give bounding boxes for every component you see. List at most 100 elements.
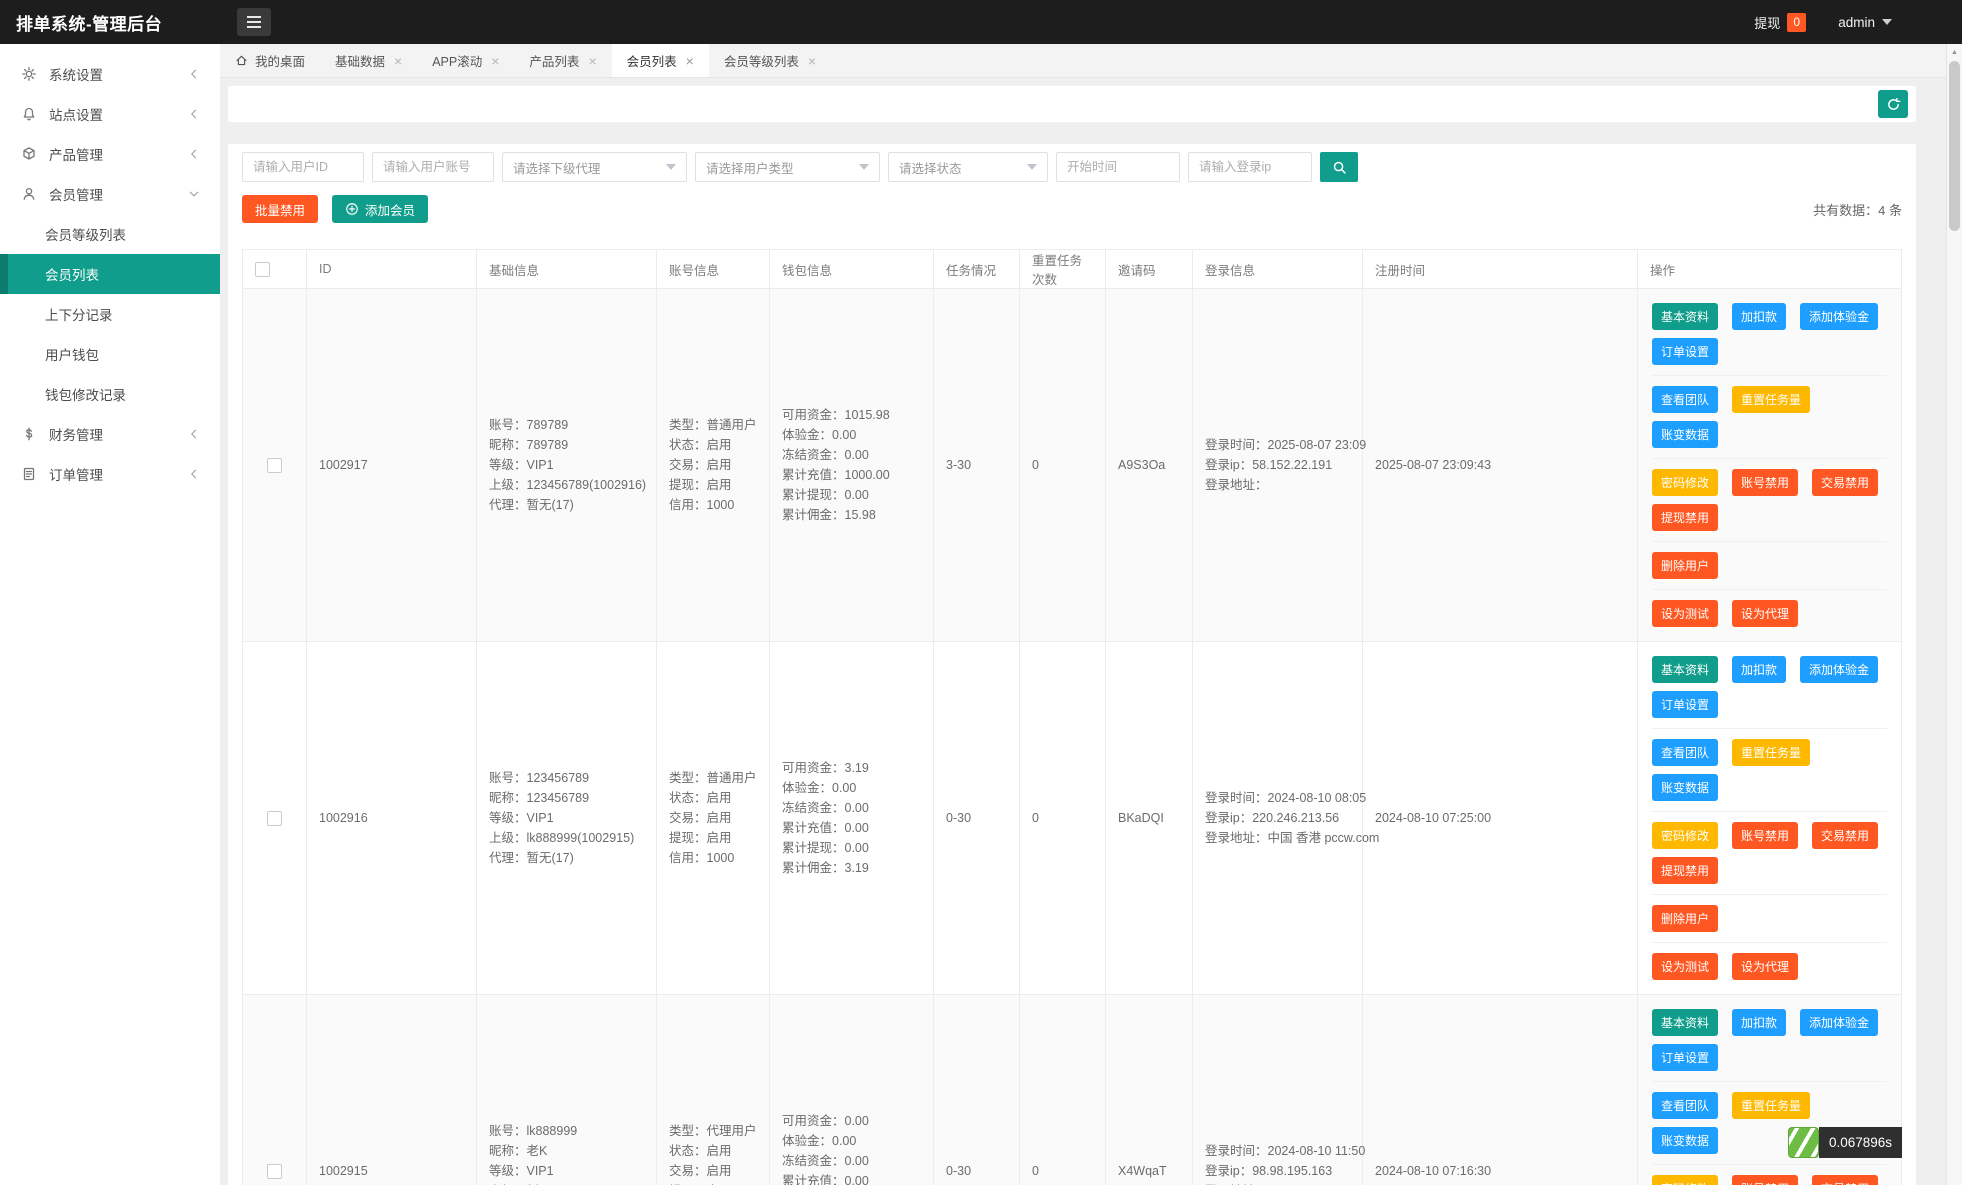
action-button-view-team[interactable]: 查看团队 [1652, 1092, 1718, 1119]
sidebar-item-updown-records[interactable]: 上下分记录 [0, 294, 220, 334]
action-button-basic-info[interactable]: 基本资料 [1652, 656, 1718, 683]
sidebar-item-member-list[interactable]: 会员列表 [0, 254, 220, 294]
withdraw-menu[interactable]: 提现 0 [1754, 13, 1806, 32]
action-button-account-change-data[interactable]: 账变数据 [1652, 421, 1718, 448]
action-button-add-trial-funds[interactable]: 添加体验金 [1800, 1009, 1878, 1036]
scroll-up-arrow-icon[interactable]: ▲ [1947, 44, 1962, 60]
action-button-set-as-agent[interactable]: 设为代理 [1732, 600, 1798, 627]
info-line: 登录ip：58.152.22.191 [1205, 455, 1350, 475]
close-tab-icon[interactable]: × [394, 54, 402, 68]
action-button-disable-account[interactable]: 账号禁用 [1732, 469, 1798, 496]
sidebar-item-wallet-modify-records[interactable]: 钱包修改记录 [0, 374, 220, 414]
task-status-cell: 0-30 [934, 995, 1020, 1185]
action-button-reset-task-volume[interactable]: 重置任务量 [1732, 739, 1810, 766]
action-button-change-password[interactable]: 密码修改 [1652, 822, 1718, 849]
info-line: 类型：普通用户 [669, 768, 757, 788]
search-button[interactable] [1320, 152, 1358, 182]
hamburger-menu-icon[interactable] [237, 8, 271, 36]
agent-filter-select[interactable]: 请选择下级代理 [502, 152, 687, 182]
register-time-cell: 2024-08-10 07:16:30 [1363, 995, 1638, 1185]
action-button-disable-account[interactable]: 账号禁用 [1732, 1175, 1798, 1185]
row-checkbox[interactable] [267, 1164, 282, 1179]
select-all-checkbox[interactable] [255, 262, 270, 277]
user-icon [21, 186, 37, 202]
close-tab-icon[interactable]: × [808, 54, 816, 68]
login-ip-input[interactable] [1188, 152, 1312, 182]
tab-desktop[interactable]: 我的桌面 [220, 44, 320, 77]
action-button-add-trial-funds[interactable]: 添加体验金 [1800, 656, 1878, 683]
trace-logo-icon[interactable] [1788, 1127, 1819, 1158]
action-button-order-settings[interactable]: 订单设置 [1652, 338, 1718, 365]
action-button-set-as-test[interactable]: 设为测试 [1652, 953, 1718, 980]
sidebar-item-user-wallet[interactable]: 用户钱包 [0, 334, 220, 374]
sidebar-item-member-management[interactable]: 会员管理 [0, 174, 220, 214]
action-button-account-change-data[interactable]: 账变数据 [1652, 1127, 1718, 1154]
action-button-add-deduct-funds[interactable]: 加扣款 [1732, 1009, 1786, 1036]
row-checkbox[interactable] [267, 458, 282, 473]
action-button-account-change-data[interactable]: 账变数据 [1652, 774, 1718, 801]
action-button-basic-info[interactable]: 基本资料 [1652, 303, 1718, 330]
row-checkbox[interactable] [267, 811, 282, 826]
action-button-delete-user[interactable]: 删除用户 [1652, 905, 1718, 932]
account-info-cell: 类型：普通用户状态：启用交易：启用提现：启用信用：1000 [657, 642, 770, 995]
action-button-disable-withdraw[interactable]: 提现禁用 [1652, 857, 1718, 884]
tab-bar: 我的桌面 基础数据 × APP滚动 × 产品列表 × 会员列表 × 会员等级列表… [220, 44, 1946, 78]
sidebar-item-finance-management[interactable]: 财务管理 [0, 414, 220, 454]
tab-member-level-list[interactable]: 会员等级列表 × [709, 44, 831, 77]
action-button-add-deduct-funds[interactable]: 加扣款 [1732, 303, 1786, 330]
refresh-button[interactable] [1878, 90, 1908, 118]
tab-label: 产品列表 [529, 51, 579, 70]
chevron-down-icon [1882, 19, 1892, 25]
action-button-set-as-agent[interactable]: 设为代理 [1732, 953, 1798, 980]
action-button-reset-task-volume[interactable]: 重置任务量 [1732, 1092, 1810, 1119]
action-button-change-password[interactable]: 密码修改 [1652, 1175, 1718, 1185]
tab-label: 会员列表 [627, 51, 677, 70]
tab-member-list[interactable]: 会员列表 × [612, 44, 709, 77]
close-tab-icon[interactable]: × [491, 54, 499, 68]
action-button-disable-trade[interactable]: 交易禁用 [1812, 469, 1878, 496]
tab-app-scroll[interactable]: APP滚动 × [417, 44, 514, 77]
action-button-disable-account[interactable]: 账号禁用 [1732, 822, 1798, 849]
scrollbar[interactable]: ▲ [1946, 44, 1962, 1185]
sidebar-item-site-settings[interactable]: 站点设置 [0, 94, 220, 134]
action-button-view-team[interactable]: 查看团队 [1652, 739, 1718, 766]
action-button-view-team[interactable]: 查看团队 [1652, 386, 1718, 413]
sidebar-item-product-management[interactable]: 产品管理 [0, 134, 220, 174]
start-time-input[interactable] [1056, 152, 1180, 182]
user-account-input[interactable] [372, 152, 494, 182]
sidebar-item-member-level-list[interactable]: 会员等级列表 [0, 214, 220, 254]
user-menu[interactable]: admin [1838, 15, 1892, 30]
status-filter-select[interactable]: 请选择状态 [888, 152, 1048, 182]
select-value: 请选择下级代理 [513, 158, 601, 177]
action-button-disable-trade[interactable]: 交易禁用 [1812, 1175, 1878, 1185]
app-title: 排单系统-管理后台 [0, 10, 220, 35]
action-button-delete-user[interactable]: 删除用户 [1652, 552, 1718, 579]
action-button-disable-trade[interactable]: 交易禁用 [1812, 822, 1878, 849]
add-member-button[interactable]: 添加会员 [332, 195, 428, 223]
action-button-basic-info[interactable]: 基本资料 [1652, 1009, 1718, 1036]
close-tab-icon[interactable]: × [588, 54, 596, 68]
tab-basic-data[interactable]: 基础数据 × [320, 44, 417, 77]
sidebar-item-order-management[interactable]: 订单管理 [0, 454, 220, 494]
info-line: 等级：VIP1 [489, 808, 644, 828]
tab-label: 我的桌面 [255, 51, 305, 70]
tab-product-list[interactable]: 产品列表 × [514, 44, 611, 77]
action-button-disable-withdraw[interactable]: 提现禁用 [1652, 504, 1718, 531]
sidebar-item-label: 上下分记录 [45, 304, 113, 324]
action-button-add-deduct-funds[interactable]: 加扣款 [1732, 656, 1786, 683]
sidebar-item-system-settings[interactable]: 系统设置 [0, 54, 220, 94]
chevron-left-icon [188, 68, 200, 80]
action-button-order-settings[interactable]: 订单设置 [1652, 691, 1718, 718]
user-type-filter-select[interactable]: 请选择用户类型 [695, 152, 880, 182]
scrollbar-thumb[interactable] [1949, 61, 1960, 231]
close-tab-icon[interactable]: × [686, 54, 694, 68]
chevron-left-icon [188, 148, 200, 160]
action-button-order-settings[interactable]: 订单设置 [1652, 1044, 1718, 1071]
action-button-set-as-test[interactable]: 设为测试 [1652, 600, 1718, 627]
batch-disable-button[interactable]: 批量禁用 [242, 195, 318, 223]
action-button-add-trial-funds[interactable]: 添加体验金 [1800, 303, 1878, 330]
action-button-change-password[interactable]: 密码修改 [1652, 469, 1718, 496]
user-id-input[interactable] [242, 152, 364, 182]
action-button-reset-task-volume[interactable]: 重置任务量 [1732, 386, 1810, 413]
gear-icon [21, 66, 37, 82]
